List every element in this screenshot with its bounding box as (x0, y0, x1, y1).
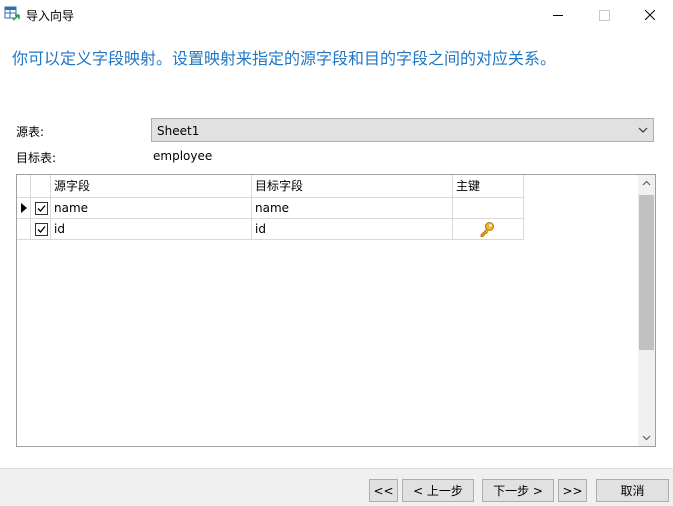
row-indicator[interactable] (17, 219, 31, 240)
chevron-up-icon (642, 180, 651, 186)
current-row-arrow-icon (21, 203, 27, 213)
close-button[interactable] (627, 0, 673, 30)
scroll-down-button[interactable] (638, 429, 655, 446)
scroll-thumb[interactable] (639, 195, 654, 350)
close-icon (645, 10, 655, 20)
target-field-cell[interactable]: id (252, 219, 453, 240)
key-icon (480, 222, 494, 237)
chevron-down-icon (642, 435, 651, 441)
window-title: 导入向导 (26, 9, 75, 23)
field-mapping-grid: 源字段 目标字段 主键 name name id id (16, 174, 656, 447)
source-table-select[interactable]: Sheet1 (151, 118, 654, 142)
source-table-label: 源表: (16, 125, 45, 139)
header-row-indicator (17, 175, 31, 198)
first-page-button[interactable]: << (369, 479, 398, 502)
vertical-scrollbar[interactable] (638, 175, 655, 446)
checkbox-checked-icon[interactable] (35, 223, 48, 236)
column-header-primary-key[interactable]: 主键 (453, 175, 524, 198)
target-field-cell[interactable]: name (252, 198, 453, 219)
row-indicator[interactable] (17, 198, 31, 219)
previous-button[interactable]: < 上一步 (402, 479, 474, 502)
minimize-button[interactable] (535, 0, 581, 30)
source-field-cell[interactable]: id (51, 219, 252, 240)
page-headline: 你可以定义字段映射。设置映射来指定的源字段和目的字段之间的对应关系。 (12, 49, 557, 68)
source-field-cell[interactable]: name (51, 198, 252, 219)
target-table-value: employee (153, 149, 213, 163)
title-bar: 导入向导 (0, 0, 673, 30)
primary-key-cell[interactable] (453, 219, 524, 240)
last-page-button[interactable]: >> (558, 479, 587, 502)
column-header-target[interactable]: 目标字段 (252, 175, 453, 198)
column-header-source[interactable]: 源字段 (51, 175, 252, 198)
scroll-up-button[interactable] (638, 175, 655, 192)
header-checkbox-column (31, 175, 51, 198)
table-row-checkbox[interactable] (31, 219, 51, 240)
primary-key-cell[interactable] (453, 198, 524, 219)
target-table-label: 目标表: (16, 151, 57, 165)
maximize-button[interactable] (581, 0, 627, 30)
chevron-down-icon (638, 127, 648, 133)
cancel-button[interactable]: 取消 (596, 479, 669, 502)
checkbox-checked-icon[interactable] (35, 202, 48, 215)
next-button[interactable]: 下一步 > (482, 479, 554, 502)
source-table-value: Sheet1 (157, 124, 200, 138)
table-import-icon (4, 6, 20, 22)
button-bar: << < 上一步 下一步 > >> 取消 (0, 468, 673, 506)
table-row-checkbox[interactable] (31, 198, 51, 219)
